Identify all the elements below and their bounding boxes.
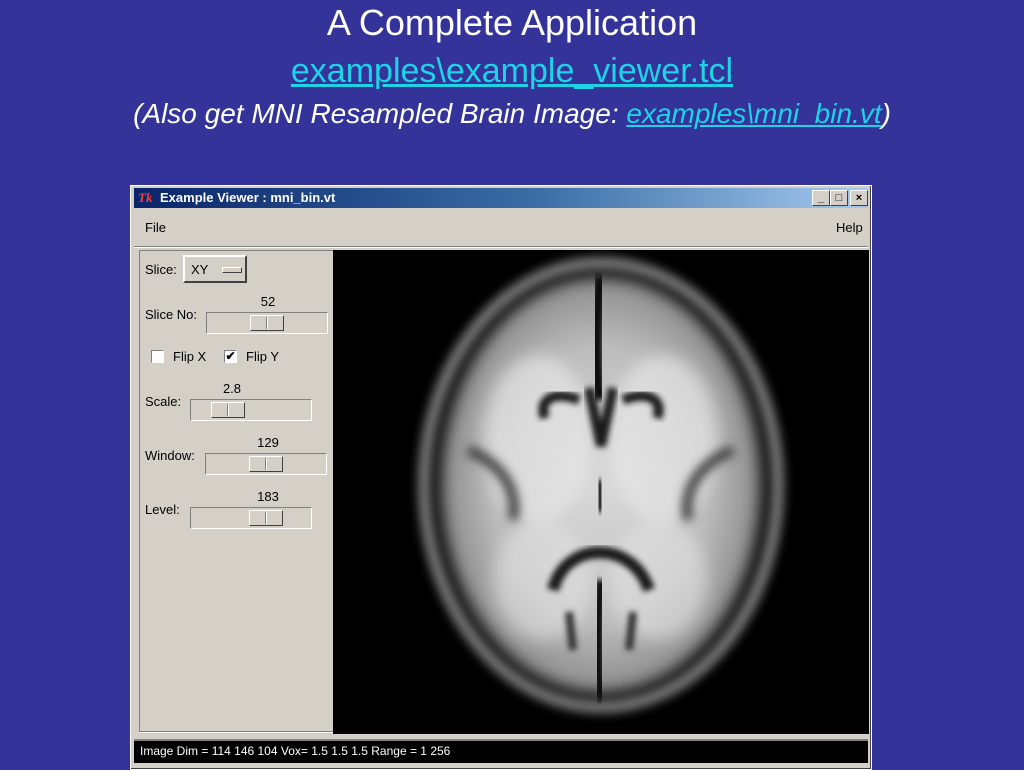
note-suffix: ) <box>881 98 891 129</box>
level-value: 183 <box>257 489 279 504</box>
window-value: 129 <box>257 435 279 450</box>
scale-slider[interactable] <box>190 399 312 421</box>
mni-bin-link[interactable]: examples\mni_bin.vt <box>626 98 881 129</box>
scale-value: 2.8 <box>222 381 242 396</box>
window-titlebar[interactable]: Tk Example Viewer : mni_bin.vt _ □ × <box>134 188 868 208</box>
scale-label: Scale: <box>145 394 182 409</box>
window-slider[interactable] <box>205 453 327 475</box>
slide-file-link-line: examples\example_viewer.tcl <box>0 50 1024 92</box>
example-viewer-window: Tk Example Viewer : mni_bin.vt _ □ × Fil… <box>130 185 872 770</box>
slice-orientation-value: XY <box>191 262 209 277</box>
status-bar: Image Dim = 114 146 104 Vox= 1.5 1.5 1.5… <box>134 739 868 763</box>
tk-logo-icon: Tk <box>138 190 153 205</box>
level-slider[interactable] <box>190 507 312 529</box>
slice-no-slider-thumb[interactable] <box>250 315 284 331</box>
note-prefix: (Also get MNI Resampled Brain Image: <box>133 98 627 129</box>
status-text: Image Dim = 114 146 104 Vox= 1.5 1.5 1.5… <box>140 744 451 758</box>
menu-separator <box>134 246 868 248</box>
flip-y-label: Flip Y <box>246 349 279 364</box>
brain-mri-image <box>418 257 784 713</box>
flip-y-check-mark: ✔ <box>225 349 236 363</box>
slice-no-label: Slice No: <box>145 307 198 322</box>
maximize-button[interactable]: □ <box>830 190 848 206</box>
level-slider-thumb[interactable] <box>249 510 283 526</box>
minimize-button[interactable]: _ <box>812 190 830 206</box>
slice-no-slider[interactable] <box>206 312 328 334</box>
menubar: File Help <box>134 212 868 246</box>
scale-slider-thumb[interactable] <box>211 402 245 418</box>
window-label: Window: <box>145 448 195 463</box>
close-button[interactable]: × <box>850 190 868 206</box>
menu-help[interactable]: Help <box>836 220 863 235</box>
control-panel: Slice: XY 52 Slice No: Flip X ✔ Flip Y 2… <box>139 250 334 732</box>
slice-no-value: 52 <box>260 294 276 309</box>
menubutton-indicator-icon <box>222 267 242 273</box>
slice-label: Slice: <box>145 262 177 277</box>
slide-note: (Also get MNI Resampled Brain Image: exa… <box>0 96 1024 132</box>
menu-file[interactable]: File <box>145 220 166 235</box>
flip-x-checkbox[interactable] <box>151 350 164 363</box>
window-slider-thumb[interactable] <box>249 456 283 472</box>
slide-title: A Complete Application <box>326 2 698 43</box>
slice-orientation-menubutton[interactable]: XY <box>183 255 247 283</box>
flip-y-checkbox[interactable]: ✔ <box>224 350 237 363</box>
level-label: Level: <box>145 502 180 517</box>
flip-x-label: Flip X <box>173 349 207 364</box>
window-title: Example Viewer : mni_bin.vt <box>160 190 336 205</box>
example-viewer-link[interactable]: examples\example_viewer.tcl <box>291 52 733 90</box>
image-viewport[interactable] <box>333 250 869 734</box>
